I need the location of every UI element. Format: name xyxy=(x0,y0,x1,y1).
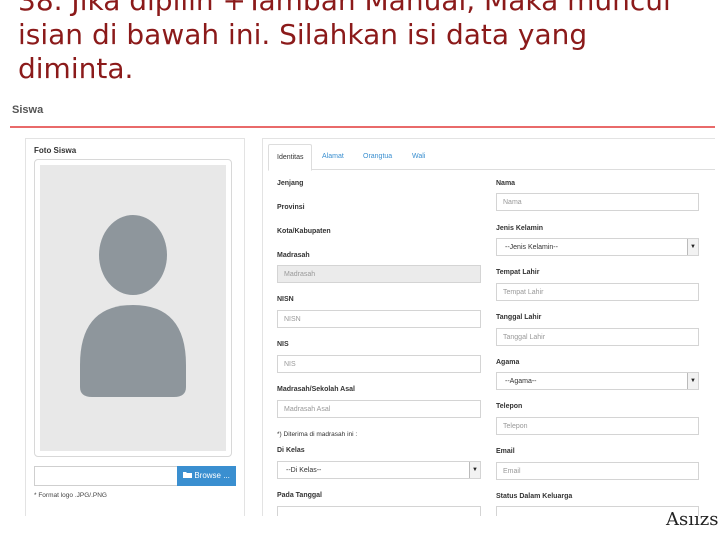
label-status-keluarga: Status Dalam Keluarga xyxy=(496,493,573,500)
label-madrasah: Madrasah xyxy=(277,252,310,259)
kelas-select-value: --Di Kelas-- xyxy=(286,467,322,474)
avatar-placeholder-icon xyxy=(80,215,186,397)
label-tempat-lahir: Tempat Lahir xyxy=(496,269,540,276)
tempat-lahir-field[interactable]: Tempat Lahir xyxy=(496,283,699,301)
folder-icon xyxy=(183,471,194,480)
tab-identitas[interactable]: Identitas xyxy=(268,144,313,171)
label-email: Email xyxy=(496,448,515,455)
label-provinsi: Provinsi xyxy=(277,204,305,211)
nisn-field[interactable]: NISN xyxy=(277,310,481,328)
madrasah-field[interactable]: Madrasah xyxy=(277,265,481,283)
form-panel: Identitas Alamat Orangtua Wali Jenjang P… xyxy=(262,138,715,516)
tab-wali[interactable]: Wali xyxy=(404,144,433,169)
browse-button[interactable]: Browse ... xyxy=(177,466,236,486)
heading-divider xyxy=(10,126,715,128)
asal-field[interactable]: Madrasah Asal xyxy=(277,400,481,418)
tab-orangtua[interactable]: Orangtua xyxy=(355,144,400,169)
slide-title: 38. Jika dipilih +Tambah Manual, Maka mu… xyxy=(18,0,671,85)
label-kota: Kota/Kabupaten xyxy=(277,228,331,235)
label-tanggal: Pada Tanggal xyxy=(277,492,322,499)
label-jenjang: Jenjang xyxy=(277,180,304,187)
diterima-note: *) Diterima di madrasah ini : xyxy=(277,431,358,438)
agama-select[interactable]: --Agama-- ▼ xyxy=(496,372,699,390)
nama-field[interactable]: Nama xyxy=(496,193,699,211)
tab-alamat[interactable]: Alamat xyxy=(314,144,352,169)
kelas-select[interactable]: --Di Kelas-- ▼ xyxy=(277,461,481,479)
page-heading: Siswa xyxy=(12,104,44,116)
photo-label: Foto Siswa xyxy=(34,146,77,155)
nis-field[interactable]: NIS xyxy=(277,355,481,373)
photo-frame xyxy=(34,159,232,457)
chevron-down-icon: ▼ xyxy=(687,239,698,255)
tanggal-field[interactable] xyxy=(277,506,481,516)
photo-panel: Foto Siswa Browse ... * Format logo .JPG… xyxy=(25,138,245,516)
format-note: * Format logo .JPG/.PNG xyxy=(34,492,107,499)
jenis-kelamin-value: --Jenis Kelamin-- xyxy=(505,244,558,251)
jenis-kelamin-select[interactable]: --Jenis Kelamin-- ▼ xyxy=(496,238,699,256)
label-asal: Madrasah/Sekolah Asal xyxy=(277,386,355,393)
file-path-input[interactable] xyxy=(34,466,178,486)
email-field[interactable]: Email xyxy=(496,462,699,480)
telepon-field[interactable]: Telepon xyxy=(496,417,699,435)
label-jenis-kelamin: Jenis Kelamin xyxy=(496,225,544,232)
label-tanggal-lahir: Tanggal Lahir xyxy=(496,314,542,321)
chevron-down-icon: ▼ xyxy=(469,462,480,478)
label-agama: Agama xyxy=(496,359,520,366)
form-tabs: Identitas Alamat Orangtua Wali xyxy=(268,144,715,171)
label-kelas: Di Kelas xyxy=(277,447,305,454)
agama-value: --Agama-- xyxy=(505,378,537,385)
photo-placeholder xyxy=(40,165,226,451)
tanggal-lahir-field[interactable]: Tanggal Lahir xyxy=(496,328,699,346)
corner-watermark: Asıızs xyxy=(666,509,719,530)
label-nama: Nama xyxy=(496,180,516,187)
label-nis: NIS xyxy=(277,341,289,348)
screenshot-area: Siswa Foto Siswa Browse ... * Format log… xyxy=(0,86,720,516)
label-nisn: NISN xyxy=(277,296,294,303)
file-browse-row: Browse ... xyxy=(34,466,236,486)
chevron-down-icon: ▼ xyxy=(687,373,698,389)
browse-button-label: Browse ... xyxy=(194,471,230,480)
label-telepon: Telepon xyxy=(496,403,523,410)
slide-title-area: 38. Jika dipilih +Tambah Manual, Maka mu… xyxy=(0,0,720,88)
